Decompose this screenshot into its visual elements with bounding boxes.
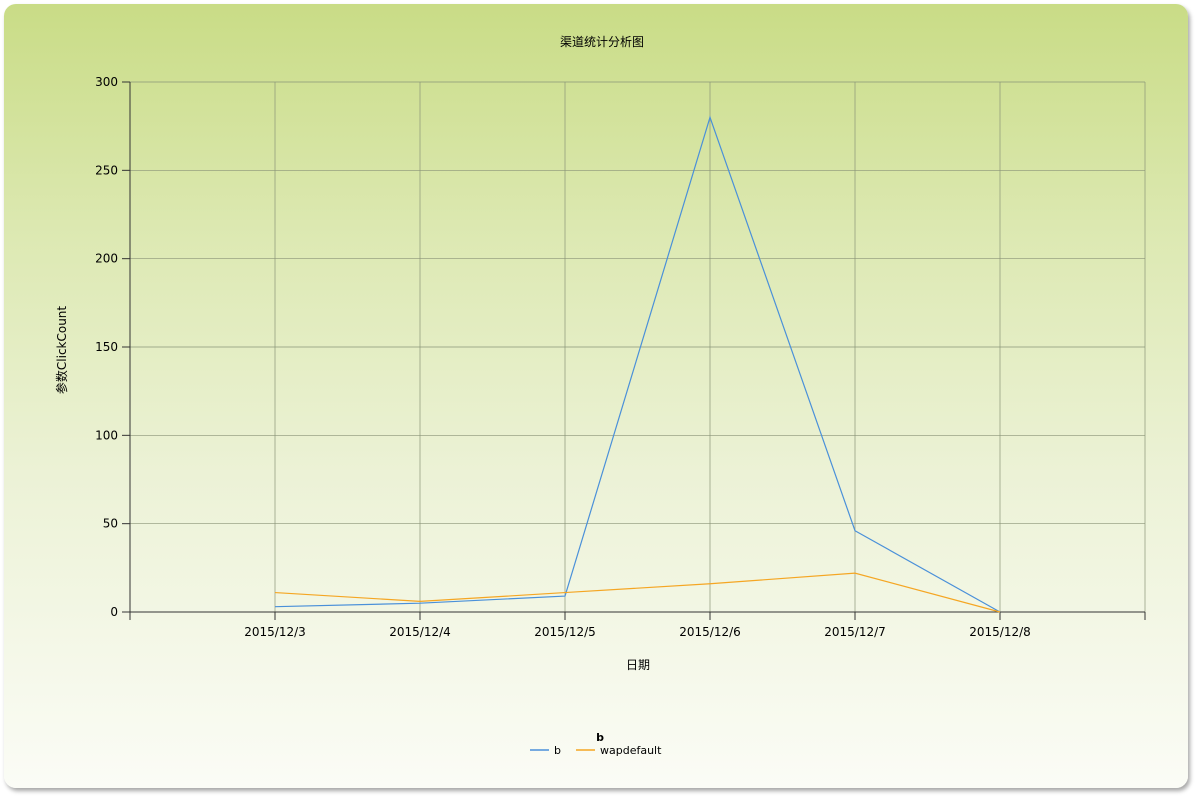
series-lines — [274, 115, 1001, 613]
legend: b b wapdefault — [530, 731, 662, 757]
legend-title: b — [596, 731, 604, 744]
axes — [122, 81, 1146, 620]
legend-label-b: b — [554, 744, 561, 757]
y-tick-label: 100 — [95, 428, 118, 442]
y-tick-label: 0 — [110, 605, 118, 619]
x-tick-label: 2015/12/4 — [389, 625, 451, 639]
legend-items: b wapdefault — [530, 744, 662, 757]
y-tick-label: 250 — [95, 163, 118, 177]
series-line-wapdefault — [274, 572, 1001, 613]
legend-label-wapdefault: wapdefault — [600, 744, 662, 757]
y-tick-label: 150 — [95, 340, 118, 354]
y-tick-label: 200 — [95, 252, 118, 266]
x-tick-label: 2015/12/8 — [969, 625, 1031, 639]
x-tick-labels: 2015/12/3 2015/12/4 2015/12/5 2015/12/6 2015… — [244, 625, 1031, 639]
chart-title: 渠道统计分析图 — [560, 35, 644, 49]
line-chart: 渠道统计分析图 050100150200250300 2015/12/3 2015… — [54, 35, 1146, 757]
y-tick-label: 300 — [95, 75, 118, 89]
x-tick-label: 2015/12/5 — [534, 625, 596, 639]
y-tick-labels: 0 50 100 150 200 250 300 — [95, 75, 118, 619]
x-tick-label: 2015/12/3 — [244, 625, 306, 639]
y-tick-label: 50 — [103, 517, 118, 531]
x-tick-label: 2015/12/7 — [824, 625, 886, 639]
series-line-b — [274, 115, 1001, 613]
y-axis-label: 参数ClickCount — [54, 306, 69, 395]
grid — [130, 81, 1146, 613]
x-axis-label: 日期 — [626, 658, 650, 672]
x-tick-label: 2015/12/6 — [679, 625, 741, 639]
chart-card: 渠道统计分析图 0 50 100 150 200 250 300 2015/12/3 2015… — [4, 4, 1188, 788]
